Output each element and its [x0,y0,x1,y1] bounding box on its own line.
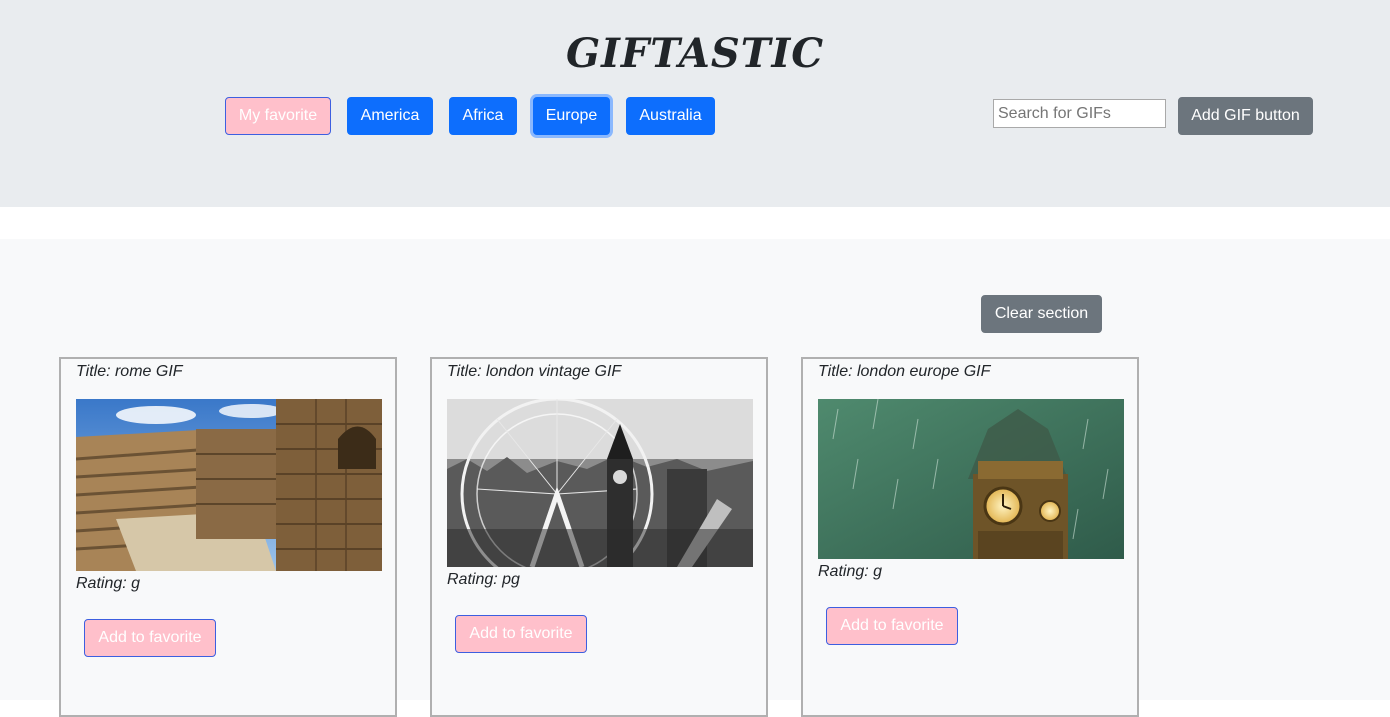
header: GIFTASTIC My favorite America Africa Eur… [0,0,1390,207]
topic-button-america[interactable]: America [347,97,433,135]
gif-card: Title: london europe GIF Rating: g Add t… [801,357,1139,717]
gif-title: Title: london vintage GIF [447,363,622,380]
add-to-favorite-button[interactable]: Add to favorite [826,607,958,645]
gif-rating: Rating: g [76,575,141,592]
gif-image[interactable] [76,399,382,571]
topic-button-africa[interactable]: Africa [449,97,517,135]
big-ben-image [818,399,1124,559]
results-section: Clear section Title: rome GIF Rating: g … [0,239,1390,717]
page-title: GIFTASTIC [565,30,825,77]
gif-image[interactable] [818,399,1124,559]
topic-button-australia[interactable]: Australia [626,97,715,135]
gif-rating: Rating: g [818,563,883,580]
topic-button-my-favorite[interactable]: My favorite [225,97,331,135]
add-gif-button[interactable]: Add GIF button [1178,97,1313,135]
gif-image[interactable] [447,399,753,567]
clear-section-button[interactable]: Clear section [981,295,1102,333]
gif-rating: Rating: pg [447,571,520,588]
gif-card: Title: london vintage GIF Rating: pg Add… [430,357,768,717]
add-to-favorite-button[interactable]: Add to favorite [84,619,216,657]
search-input[interactable] [993,99,1166,128]
gif-title: Title: rome GIF [76,363,183,380]
add-to-favorite-button[interactable]: Add to favorite [455,615,587,653]
gif-title: Title: london europe GIF [818,363,991,380]
gif-card: Title: rome GIF Rating: g Add to favorit… [59,357,397,717]
topic-button-europe[interactable]: Europe [533,97,610,135]
rome-theater-image [76,399,382,571]
london-vintage-image [447,399,753,567]
